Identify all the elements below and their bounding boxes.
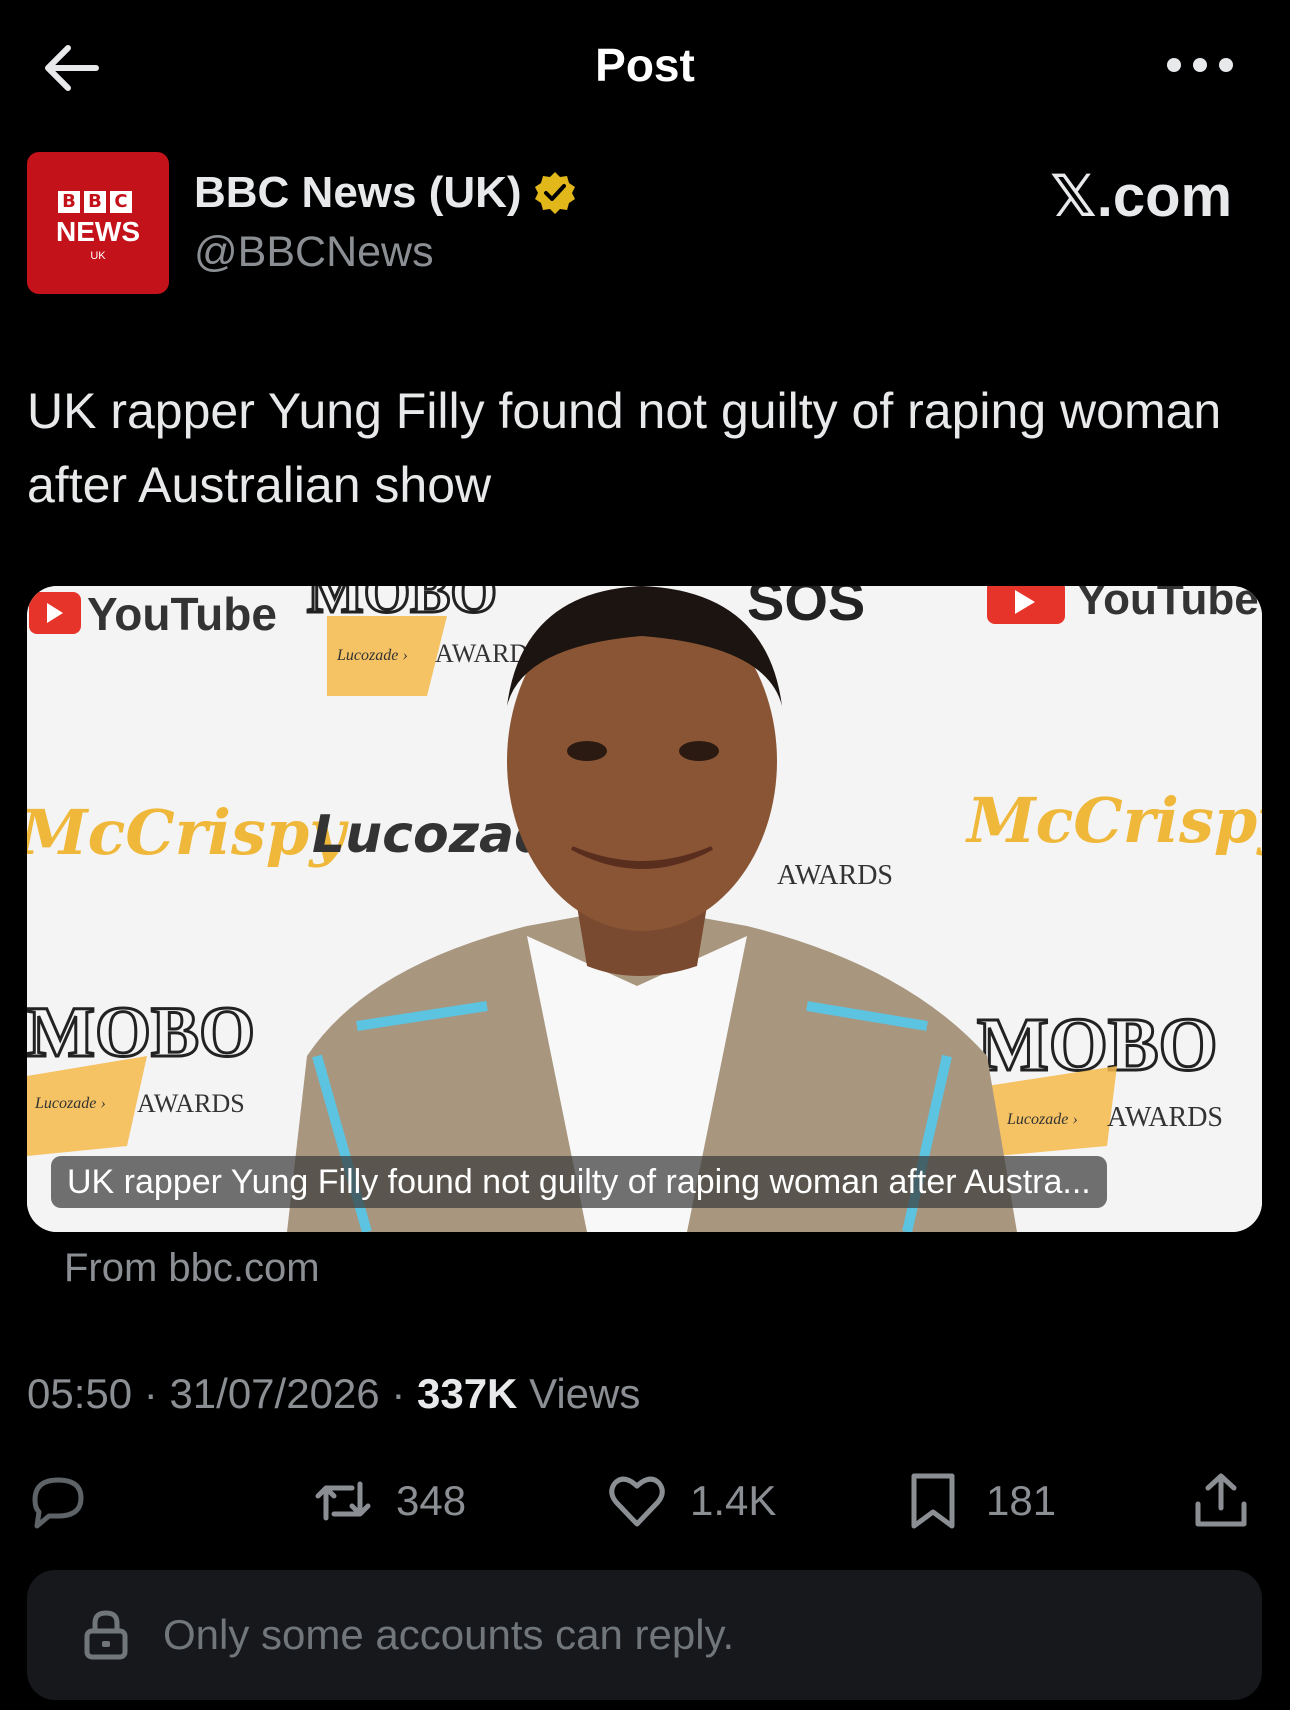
separator: · <box>143 1370 170 1417</box>
svg-text:Lucozade ›: Lucozade › <box>1006 1111 1078 1128</box>
svg-text:Lucozade ›: Lucozade › <box>34 1095 106 1112</box>
bbc-logo-blocks: B B C <box>58 191 132 213</box>
x-com-watermark: 𝕏.com <box>1050 164 1233 229</box>
post-time: 05:50 <box>27 1370 133 1417</box>
views-label: Views <box>529 1370 641 1417</box>
avatar-uk-label: UK <box>90 250 106 262</box>
retweet-icon <box>315 1481 371 1521</box>
link-card[interactable]: YouTube YouTube MOBO Lucozade › AWARD SO… <box>27 586 1262 1232</box>
logo-block: C <box>110 191 132 213</box>
svg-text:YouTube: YouTube <box>1077 586 1259 624</box>
like-count: 1.4K <box>690 1477 777 1524</box>
youtube-logo-right: YouTube <box>987 586 1259 624</box>
svg-text:AWARDS: AWARDS <box>137 1089 245 1118</box>
page-title: Post <box>595 39 695 91</box>
share-button[interactable] <box>1190 1466 1252 1536</box>
heart-icon <box>609 1476 665 1527</box>
svg-text:Lucozade ›: Lucozade › <box>336 647 408 664</box>
views-count[interactable]: 337K <box>417 1370 517 1417</box>
separator: · <box>391 1370 417 1417</box>
bookmark-count: 181 <box>986 1477 1057 1524</box>
post-meta: 05:50 · 31/07/2026 · 337K Views <box>27 1370 640 1418</box>
retweet-count: 348 <box>396 1477 467 1524</box>
bookmark-button[interactable]: 181 <box>902 1466 1056 1536</box>
mccrispy-logo-left: McCrispy <box>27 796 349 869</box>
svg-text:AWARDS: AWARDS <box>777 860 893 891</box>
retweet-button[interactable]: 348 <box>312 1466 466 1536</box>
svg-text:SOS: SOS <box>747 586 865 632</box>
avatar[interactable]: B B C NEWS UK <box>27 152 169 294</box>
bookmark-icon <box>911 1473 955 1529</box>
post-date: 31/07/2026 <box>169 1370 380 1417</box>
more-options-icon[interactable] <box>1160 40 1240 90</box>
svg-text:AWARDS: AWARDS <box>1107 1102 1223 1133</box>
avatar-news-label: NEWS <box>56 216 140 247</box>
card-source[interactable]: From bbc.com <box>64 1246 320 1291</box>
logo-block: B <box>84 191 106 213</box>
lock-icon <box>84 1610 128 1660</box>
reply-icon <box>32 1477 84 1529</box>
youtube-logo-left: YouTube <box>29 588 277 640</box>
post-text: UK rapper Yung Filly found not guilty of… <box>27 383 1222 513</box>
svg-text:YouTube: YouTube <box>87 588 277 640</box>
like-button[interactable]: 1.4K <box>606 1466 776 1536</box>
share-icon <box>1195 1473 1247 1527</box>
verified-badge-icon <box>534 172 575 214</box>
reply-restriction-text: Only some accounts can reply. <box>163 1611 735 1658</box>
reply-button[interactable] <box>27 1466 89 1536</box>
author-handle[interactable]: @BBCNews <box>194 228 434 277</box>
logo-block: B <box>58 191 80 213</box>
card-caption: UK rapper Yung Filly found not guilty of… <box>51 1156 1107 1208</box>
author-name[interactable]: BBC News (UK) <box>194 168 578 218</box>
reply-restriction-banner: Only some accounts can reply. <box>27 1570 1262 1700</box>
article-image: YouTube YouTube MOBO Lucozade › AWARD SO… <box>27 586 1262 1232</box>
author-name-text: BBC News (UK) <box>194 168 522 217</box>
mccrispy-logo-right: McCrispy <box>965 784 1262 857</box>
svg-text:AWARD: AWARD <box>435 639 528 668</box>
